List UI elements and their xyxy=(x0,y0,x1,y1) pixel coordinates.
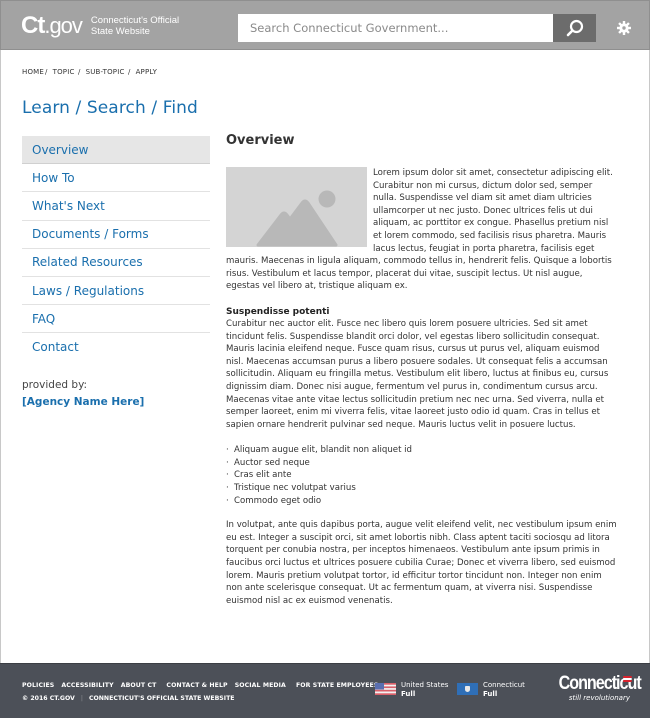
footer-link-policies[interactable]: POLICIES xyxy=(22,682,54,689)
footer-link-contact-help[interactable]: CONTACT & HELP xyxy=(166,682,227,689)
logo-ct-text: Ct xyxy=(21,12,45,39)
image-placeholder-icon xyxy=(256,190,338,247)
footer-site-name: CONNECTICUT'S OFFICIAL STATE WEBSITE xyxy=(88,695,235,702)
footer-divider: | xyxy=(80,695,83,702)
footer-link-about-ct[interactable]: ABOUT CT xyxy=(121,682,157,689)
site-footer: POLICIES ACCESSIBILITY ABOUT CT CONTACT … xyxy=(0,663,650,718)
sidebar-item-contact[interactable]: Contact xyxy=(22,333,210,361)
footer-link-state-employees[interactable]: FOR STATE EMPLOYEES xyxy=(296,682,378,689)
breadcrumb-sub-topic[interactable]: SUB-TOPIC xyxy=(86,68,125,76)
breadcrumb-separator: / xyxy=(125,68,131,76)
body-paragraph-2: Curabitur nec auctor elit. Fusce nec lib… xyxy=(226,318,609,430)
body-paragraph-3: In volutpat, ante quis dapibus porta, au… xyxy=(226,520,617,606)
search-icon xyxy=(566,19,583,37)
footer-copyright: © 2016 CT.GOV | CONNECTICUT'S OFFICIAL S… xyxy=(22,695,235,702)
site-header: Ct.gov Connecticut's Official State Webs… xyxy=(0,0,650,50)
tagline-line2: State Website xyxy=(90,26,150,37)
gear-icon[interactable] xyxy=(616,20,632,36)
section-title: Learn / Search / Find xyxy=(22,98,198,118)
sidebar-item-documents-forms[interactable]: Documents / Forms xyxy=(22,221,210,249)
breadcrumb: HOME / TOPIC / SUB-TOPIC / APPLY xyxy=(22,68,157,76)
footer-link-accessibility[interactable]: ACCESSIBILITY xyxy=(61,682,113,689)
bullet-list: Aliquam augue elit, blandit non aliquet … xyxy=(226,444,618,507)
content-title: Overview xyxy=(226,133,295,148)
search-button[interactable] xyxy=(553,14,596,42)
list-item: Aliquam augue elit, blandit non aliquet … xyxy=(226,444,618,457)
logo-tagline: Connecticut's Official State Website xyxy=(91,15,179,37)
flag-ribbon-icon xyxy=(623,676,632,682)
us-flag-icon xyxy=(375,683,396,695)
brand-slogan: still revolutionary xyxy=(568,694,630,702)
list-item: Tristique nec volutpat varius xyxy=(226,482,618,495)
flag-name: Connecticut xyxy=(483,681,525,689)
connecticut-brand-logo[interactable]: Connecticut still revolutionary xyxy=(546,674,642,703)
breadcrumb-apply[interactable]: APPLY xyxy=(136,68,157,76)
footer-link-social-media[interactable]: SOCIAL MEDIA xyxy=(235,682,286,689)
breadcrumb-topic[interactable]: TOPIC xyxy=(53,68,75,76)
ct-gov-logo[interactable]: Ct.gov Connecticut's Official State Webs… xyxy=(21,12,179,40)
search-input[interactable] xyxy=(238,14,553,42)
sidebar-item-how-to[interactable]: How To xyxy=(22,164,210,193)
agency-name-link[interactable]: [Agency Name Here] xyxy=(22,396,144,408)
subheading: Suspendisse potenti xyxy=(226,306,330,317)
sidebar-item-faq[interactable]: FAQ xyxy=(22,305,210,334)
search-bar xyxy=(238,14,596,42)
content-image xyxy=(226,167,367,247)
sidebar-item-laws-regulations[interactable]: Laws / Regulations xyxy=(22,277,210,306)
main-content: Overview Lorem ipsum dolor sit amet, con… xyxy=(226,133,618,607)
flag-status: Full xyxy=(401,690,416,698)
translate-united-states[interactable]: United States Full xyxy=(375,681,448,699)
us-flag-label: United States Full xyxy=(401,681,448,699)
copyright-text: © 2016 CT.GOV xyxy=(22,695,75,702)
translate-connecticut[interactable]: Connecticut Full xyxy=(457,681,525,699)
breadcrumb-separator: / xyxy=(45,68,48,76)
sidebar-item-whats-next[interactable]: What's Next xyxy=(22,192,210,221)
list-item: Cras elit ante xyxy=(226,469,618,482)
breadcrumb-separator: / xyxy=(75,68,81,76)
logo-mark: Ct.gov xyxy=(21,12,83,40)
provided-by-label: provided by: xyxy=(22,379,88,391)
flag-name: United States xyxy=(401,681,449,689)
footer-links: POLICIES ACCESSIBILITY ABOUT CT CONTACT … xyxy=(22,682,378,689)
sidebar-item-overview[interactable]: Overview xyxy=(22,136,210,165)
logo-gov-text: .gov xyxy=(44,13,83,38)
flag-status: Full xyxy=(483,690,498,698)
tagline-line1: Connecticut's Official xyxy=(90,15,180,26)
breadcrumb-home[interactable]: HOME xyxy=(22,68,44,76)
brand-wordmark: Connecticut xyxy=(559,674,642,694)
ct-flag-label: Connecticut Full xyxy=(483,681,525,699)
list-item: Auctor sed neque xyxy=(226,457,618,470)
ct-flag-icon xyxy=(457,683,478,695)
sidebar-nav: Overview How To What's Next Documents / … xyxy=(22,136,210,362)
list-item: Commodo eget odio xyxy=(226,495,618,508)
sidebar-item-related-resources[interactable]: Related Resources xyxy=(22,249,210,277)
